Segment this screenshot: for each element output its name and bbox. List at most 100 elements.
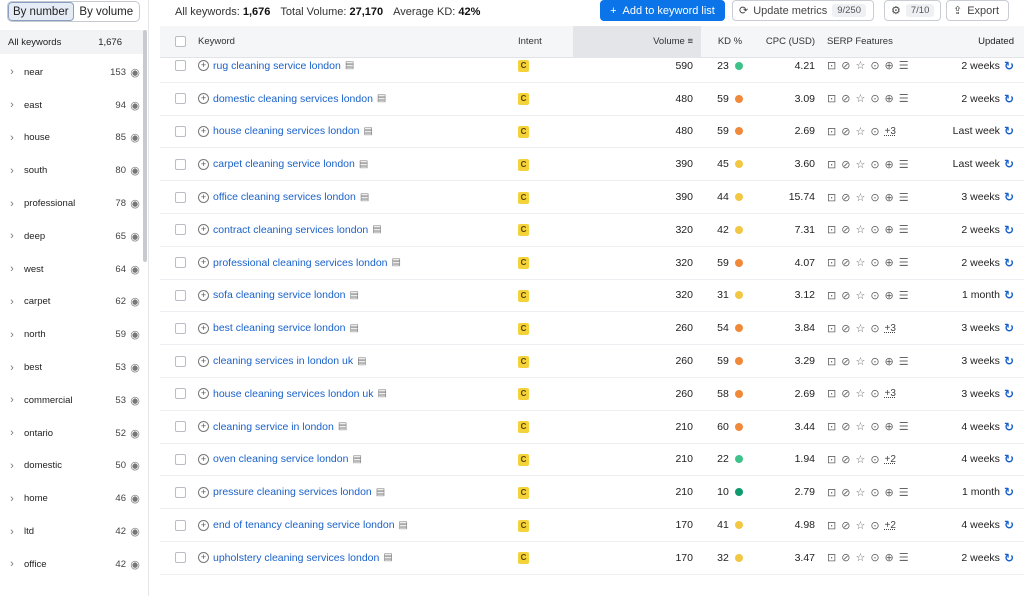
sidebar-scrollbar[interactable]: [143, 30, 147, 262]
eye-icon[interactable]: ◉: [126, 328, 144, 341]
row-checkbox[interactable]: [175, 289, 186, 301]
header-intent[interactable]: Intent: [518, 36, 573, 47]
table-row[interactable]: + cleaning services in london uk ▤ C 260 59 3.…: [160, 345, 1024, 378]
chevron-right-icon[interactable]: ›: [0, 362, 24, 374]
sidebar-item-home[interactable]: › home 46 ◉: [0, 482, 144, 515]
chevron-right-icon[interactable]: ›: [0, 132, 24, 144]
sidebar-item-deep[interactable]: › deep 65 ◉: [0, 220, 144, 253]
keyword-link[interactable]: professional cleaning services london: [213, 257, 388, 269]
eye-icon[interactable]: ◉: [126, 394, 144, 407]
sidebar-item-carpet[interactable]: › carpet 62 ◉: [0, 286, 144, 319]
update-metrics-button[interactable]: ⟳ Update metrics 9/250: [732, 0, 874, 21]
eye-icon[interactable]: ◉: [126, 525, 144, 538]
refresh-icon[interactable]: ↻: [1004, 452, 1014, 466]
serp-snapshot-icon[interactable]: ▤: [383, 552, 392, 563]
chevron-right-icon[interactable]: ›: [0, 198, 24, 210]
serp-snapshot-icon[interactable]: ▤: [338, 421, 347, 432]
table-row[interactable]: + contract cleaning services london ▤ C 320 4…: [160, 214, 1024, 247]
row-checkbox[interactable]: [175, 453, 186, 465]
row-checkbox[interactable]: [175, 224, 186, 236]
header-volume[interactable]: Volume ≡: [573, 26, 701, 58]
row-checkbox[interactable]: [175, 486, 186, 498]
sidebar-item-commercial[interactable]: › commercial 53 ◉: [0, 384, 144, 417]
chevron-right-icon[interactable]: ›: [0, 66, 24, 78]
chevron-right-icon[interactable]: ›: [0, 296, 24, 308]
serp-snapshot-icon[interactable]: ▤: [378, 388, 387, 399]
table-row[interactable]: + best cleaning service london ▤ C 260 54 3.84…: [160, 312, 1024, 346]
chevron-right-icon[interactable]: ›: [0, 526, 24, 538]
chevron-right-icon[interactable]: ›: [0, 427, 24, 439]
add-keyword-icon[interactable]: +: [198, 519, 209, 531]
serp-snapshot-icon[interactable]: ▤: [359, 159, 368, 170]
add-keyword-icon[interactable]: +: [198, 158, 209, 170]
eye-icon[interactable]: ◉: [126, 131, 144, 144]
add-keyword-icon[interactable]: +: [198, 355, 209, 367]
header-kd[interactable]: KD %: [701, 36, 759, 47]
chevron-right-icon[interactable]: ›: [0, 230, 24, 242]
keyword-link[interactable]: house cleaning services london uk: [213, 388, 374, 400]
row-checkbox[interactable]: [175, 191, 186, 203]
sidebar-item-south[interactable]: › south 80 ◉: [0, 154, 144, 187]
chevron-right-icon[interactable]: ›: [0, 99, 24, 111]
table-row[interactable]: + pressure cleaning services london ▤ C 210 1…: [160, 476, 1024, 510]
row-checkbox[interactable]: [175, 355, 186, 367]
refresh-icon[interactable]: ↻: [1004, 420, 1014, 434]
refresh-icon[interactable]: ↻: [1004, 518, 1014, 532]
add-to-keyword-list-button[interactable]: + Add to keyword list: [600, 0, 725, 21]
export-button[interactable]: ⇪ Export: [946, 0, 1009, 21]
serp-snapshot-icon[interactable]: ▤: [392, 257, 401, 268]
chevron-right-icon[interactable]: ›: [0, 165, 24, 177]
sidebar-item-domestic[interactable]: › domestic 50 ◉: [0, 450, 144, 483]
chevron-right-icon[interactable]: ›: [0, 329, 24, 341]
chevron-right-icon[interactable]: ›: [0, 263, 24, 275]
by-number-button[interactable]: By number: [8, 2, 74, 21]
add-keyword-icon[interactable]: +: [198, 552, 209, 564]
keyword-link[interactable]: upholstery cleaning services london: [213, 552, 379, 564]
add-keyword-icon[interactable]: +: [198, 421, 209, 433]
header-updated[interactable]: Updated: [929, 36, 1024, 47]
chevron-right-icon[interactable]: ›: [0, 394, 24, 406]
sidebar-item-ltd[interactable]: › ltd 42 ◉: [0, 515, 144, 548]
serp-more[interactable]: +2: [885, 454, 896, 465]
refresh-icon[interactable]: ↻: [1004, 551, 1014, 565]
refresh-icon[interactable]: ↻: [1004, 223, 1014, 237]
refresh-icon[interactable]: ↻: [1004, 387, 1014, 401]
row-checkbox[interactable]: [175, 125, 186, 137]
header-serp[interactable]: SERP Features: [817, 36, 929, 47]
keyword-link[interactable]: pressure cleaning services london: [213, 486, 372, 498]
add-keyword-icon[interactable]: +: [198, 93, 209, 105]
refresh-icon[interactable]: ↻: [1004, 288, 1014, 302]
add-keyword-icon[interactable]: +: [198, 453, 209, 465]
add-keyword-icon[interactable]: +: [198, 289, 209, 301]
table-row[interactable]: + upholstery cleaning services london ▤ C 17…: [160, 542, 1024, 575]
table-row[interactable]: + house cleaning services london ▤ C 480 59 2.…: [160, 116, 1024, 149]
table-row[interactable]: + sofa cleaning service london ▤ C 320 31 3.12…: [160, 280, 1024, 313]
serp-snapshot-icon[interactable]: ▤: [372, 224, 381, 235]
settings-button[interactable]: ⚙ 7/10: [884, 0, 941, 21]
eye-icon[interactable]: ◉: [126, 99, 144, 112]
eye-icon[interactable]: ◉: [126, 361, 144, 374]
row-checkbox[interactable]: [175, 60, 186, 72]
table-row[interactable]: + carpet cleaning service london ▤ C 390 45 3.…: [160, 148, 1024, 182]
table-row[interactable]: + professional cleaning services london ▤ C…: [160, 247, 1024, 280]
add-keyword-icon[interactable]: +: [198, 191, 209, 203]
serp-more[interactable]: +2: [885, 520, 896, 531]
add-keyword-icon[interactable]: +: [198, 388, 209, 400]
table-row[interactable]: + end of tenancy cleaning service london ▤…: [160, 509, 1024, 542]
chevron-right-icon[interactable]: ›: [0, 460, 24, 472]
refresh-icon[interactable]: ↻: [1004, 354, 1014, 368]
eye-icon[interactable]: ◉: [126, 66, 144, 79]
serp-snapshot-icon[interactable]: ▤: [352, 454, 361, 465]
keyword-link[interactable]: cleaning services in london uk: [213, 355, 353, 367]
keyword-link[interactable]: best cleaning service london: [213, 322, 346, 334]
row-checkbox[interactable]: [175, 322, 186, 334]
keyword-link[interactable]: contract cleaning services london: [213, 224, 368, 236]
table-row[interactable]: + office cleaning services london ▤ C 390 44 1…: [160, 181, 1024, 214]
row-checkbox[interactable]: [175, 158, 186, 170]
row-checkbox[interactable]: [175, 388, 186, 400]
sidebar-item-professional[interactable]: › professional 78 ◉: [0, 187, 144, 220]
eye-icon[interactable]: ◉: [126, 427, 144, 440]
eye-icon[interactable]: ◉: [126, 558, 144, 571]
serp-snapshot-icon[interactable]: ▤: [376, 487, 385, 498]
serp-snapshot-icon[interactable]: ▤: [350, 290, 359, 301]
